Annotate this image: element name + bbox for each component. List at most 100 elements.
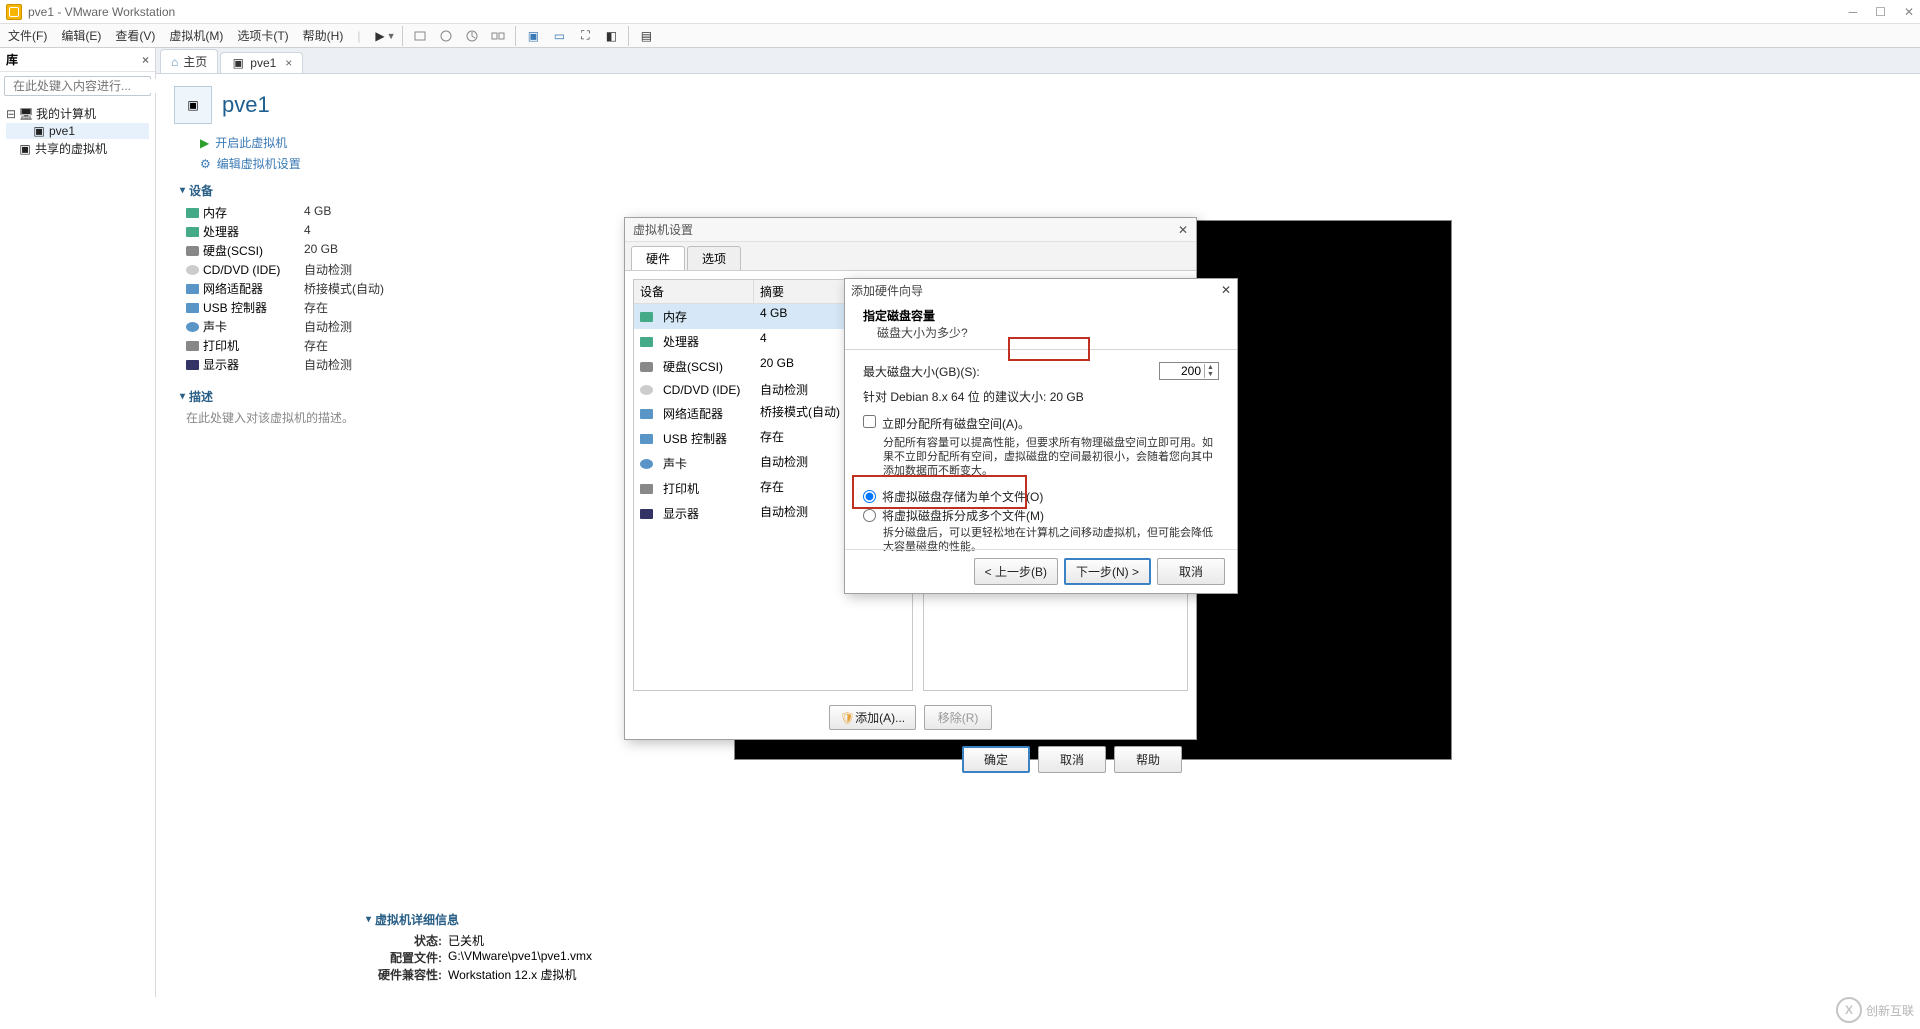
snapshot-button[interactable] — [435, 25, 457, 47]
suspend-button[interactable] — [409, 25, 431, 47]
max-disk-input[interactable] — [1160, 363, 1204, 379]
settings-close-button[interactable]: ✕ — [1178, 223, 1188, 237]
recommended-size: 针对 Debian 8.x 64 位 的建议大小: 20 GB — [863, 388, 1219, 405]
menu-view[interactable]: 查看(V) — [115, 27, 155, 44]
settings-cancel-button[interactable]: 取消 — [1038, 746, 1106, 773]
wizard-heading: 指定磁盘容量 — [863, 307, 1219, 324]
display-icon — [186, 360, 199, 370]
wizard-cancel-button[interactable]: 取消 — [1157, 558, 1225, 585]
memory-icon — [186, 208, 199, 218]
unity-button[interactable]: ◧ — [600, 25, 622, 47]
max-disk-spinner[interactable]: ▲▼ — [1159, 362, 1219, 380]
spinner-down[interactable]: ▼ — [1205, 371, 1216, 378]
app-icon — [6, 4, 22, 20]
home-icon: ⌂ — [171, 55, 178, 69]
tabbar: ⌂主页 ▣pve1× — [156, 48, 1920, 74]
content-area: ⌂主页 ▣pve1× ▣ pve1 ▶开启此虚拟机 ⚙编辑虚拟机设置 设备 内存… — [156, 48, 1920, 997]
sound-icon — [186, 322, 199, 332]
library-button[interactable]: ▤ — [635, 25, 657, 47]
tree-vm-pve1[interactable]: ▣pve1 — [6, 123, 149, 139]
library-close-button[interactable]: × — [142, 53, 149, 67]
tab-pve1[interactable]: ▣pve1× — [220, 52, 303, 73]
split-file-radio[interactable] — [863, 509, 876, 522]
settings-tab-options[interactable]: 选项 — [687, 246, 741, 270]
disk-icon — [186, 246, 199, 256]
disk-icon — [640, 362, 653, 372]
manage-button[interactable] — [487, 25, 509, 47]
allocate-note: 分配所有容量可以提高性能，但要求所有物理磁盘空间立即可用。如果不立即分配所有空间… — [883, 436, 1219, 478]
window-title: pve1 - VMware Workstation — [28, 5, 175, 19]
tree-root[interactable]: ⊟🖥我的计算机 — [6, 104, 149, 123]
menubar: 文件(F) 编辑(E) 查看(V) 虚拟机(M) 选项卡(T) 帮助(H) | … — [0, 24, 1920, 48]
tab-close-icon[interactable]: × — [285, 56, 292, 70]
wizard-next-button[interactable]: 下一步(N) > — [1064, 558, 1151, 585]
menu-help[interactable]: 帮助(H) — [303, 27, 344, 44]
detail-rows: 状态:已关机 配置文件:G:\VMware\pve1\pve1.vmx 硬件兼容… — [372, 932, 592, 983]
wizard-back-button[interactable]: < 上一步(B) — [974, 558, 1058, 585]
sound-icon — [640, 459, 653, 469]
max-disk-label: 最大磁盘大小(GB)(S): — [863, 363, 980, 380]
settings-title: 虚拟机设置 — [633, 221, 693, 238]
network-icon — [186, 284, 199, 294]
split-file-label: 将虚拟磁盘拆分成多个文件(M) — [882, 507, 1044, 524]
power-on-link[interactable]: ▶开启此虚拟机 — [200, 134, 1902, 151]
minimize-button[interactable]: ─ — [1849, 5, 1858, 19]
network-icon — [640, 409, 653, 419]
tab-home[interactable]: ⌂主页 — [160, 49, 218, 73]
wizard-title: 添加硬件向导 — [851, 282, 923, 299]
library-panel: 库 × ▾ ⊟🖥我的计算机 ▣pve1 ▣共享的虚拟机 — [0, 48, 156, 997]
vm-name: pve1 — [222, 92, 270, 118]
fullscreen-button[interactable]: ⛶ — [574, 25, 596, 47]
edit-settings-link[interactable]: ⚙编辑虚拟机设置 — [200, 155, 1902, 172]
usb-icon — [186, 303, 199, 313]
settings-help-button[interactable]: 帮助 — [1114, 746, 1182, 773]
detail-header[interactable]: 虚拟机详细信息 — [366, 911, 592, 928]
shared-icon: ▣ — [18, 142, 32, 156]
printer-icon — [186, 341, 199, 351]
vm-icon: ▣ — [32, 124, 46, 138]
library-search[interactable]: ▾ — [4, 76, 151, 96]
revert-button[interactable] — [461, 25, 483, 47]
add-hardware-button[interactable]: 🛡添加(A)... — [829, 705, 916, 730]
menu-edit[interactable]: 编辑(E) — [61, 27, 101, 44]
devices-header[interactable]: 设备 — [180, 182, 1902, 199]
settings-ok-button[interactable]: 确定 — [962, 746, 1030, 773]
vm-large-icon: ▣ — [174, 86, 212, 124]
cpu-icon — [640, 337, 653, 347]
vm-page: ▣ pve1 ▶开启此虚拟机 ⚙编辑虚拟机设置 设备 内存4 GB 处理器4 硬… — [156, 74, 1920, 997]
view-tile-button[interactable]: ▣ — [522, 25, 544, 47]
shield-icon: 🛡 — [840, 711, 855, 725]
display-icon — [640, 509, 653, 519]
cpu-icon — [186, 227, 199, 237]
allocate-now-checkbox[interactable] — [863, 415, 876, 428]
add-hardware-wizard: 添加硬件向导✕ 指定磁盘容量 磁盘大小为多少? 最大磁盘大小(GB)(S): ▲… — [844, 278, 1238, 594]
menu-tabs[interactable]: 选项卡(T) — [237, 27, 288, 44]
spinner-up[interactable]: ▲ — [1205, 364, 1216, 371]
highlight-single-file — [852, 475, 1027, 509]
library-title: 库 — [6, 51, 18, 68]
vm-icon: ▣ — [231, 56, 245, 70]
maximize-button[interactable]: ☐ — [1875, 5, 1886, 19]
watermark-logo-icon: X — [1836, 997, 1862, 1023]
tree-shared[interactable]: ▣共享的虚拟机 — [6, 139, 149, 158]
highlight-disk-size — [1008, 337, 1090, 361]
gear-icon: ⚙ — [200, 157, 211, 171]
play-icon: ▶ — [200, 136, 209, 150]
cd-icon — [640, 385, 653, 395]
wizard-close-button[interactable]: ✕ — [1221, 283, 1231, 297]
close-button[interactable]: ✕ — [1904, 5, 1914, 19]
remove-hardware-button[interactable]: 移除(R) — [924, 705, 992, 730]
watermark: X 创新互联 — [1836, 997, 1914, 1023]
computer-icon: 🖥 — [19, 107, 33, 121]
view-console-button[interactable]: ▭ — [548, 25, 570, 47]
power-on-button[interactable]: ▶▼ — [374, 25, 396, 47]
usb-icon — [640, 434, 653, 444]
settings-tab-hardware[interactable]: 硬件 — [631, 246, 685, 270]
allocate-now-label: 立即分配所有磁盘空间(A)。 — [882, 415, 1030, 432]
library-search-input[interactable] — [13, 79, 168, 93]
menu-file[interactable]: 文件(F) — [8, 27, 47, 44]
cd-icon — [186, 265, 199, 275]
menu-vm[interactable]: 虚拟机(M) — [169, 27, 223, 44]
memory-icon — [640, 312, 653, 322]
library-tree: ⊟🖥我的计算机 ▣pve1 ▣共享的虚拟机 — [0, 100, 155, 162]
